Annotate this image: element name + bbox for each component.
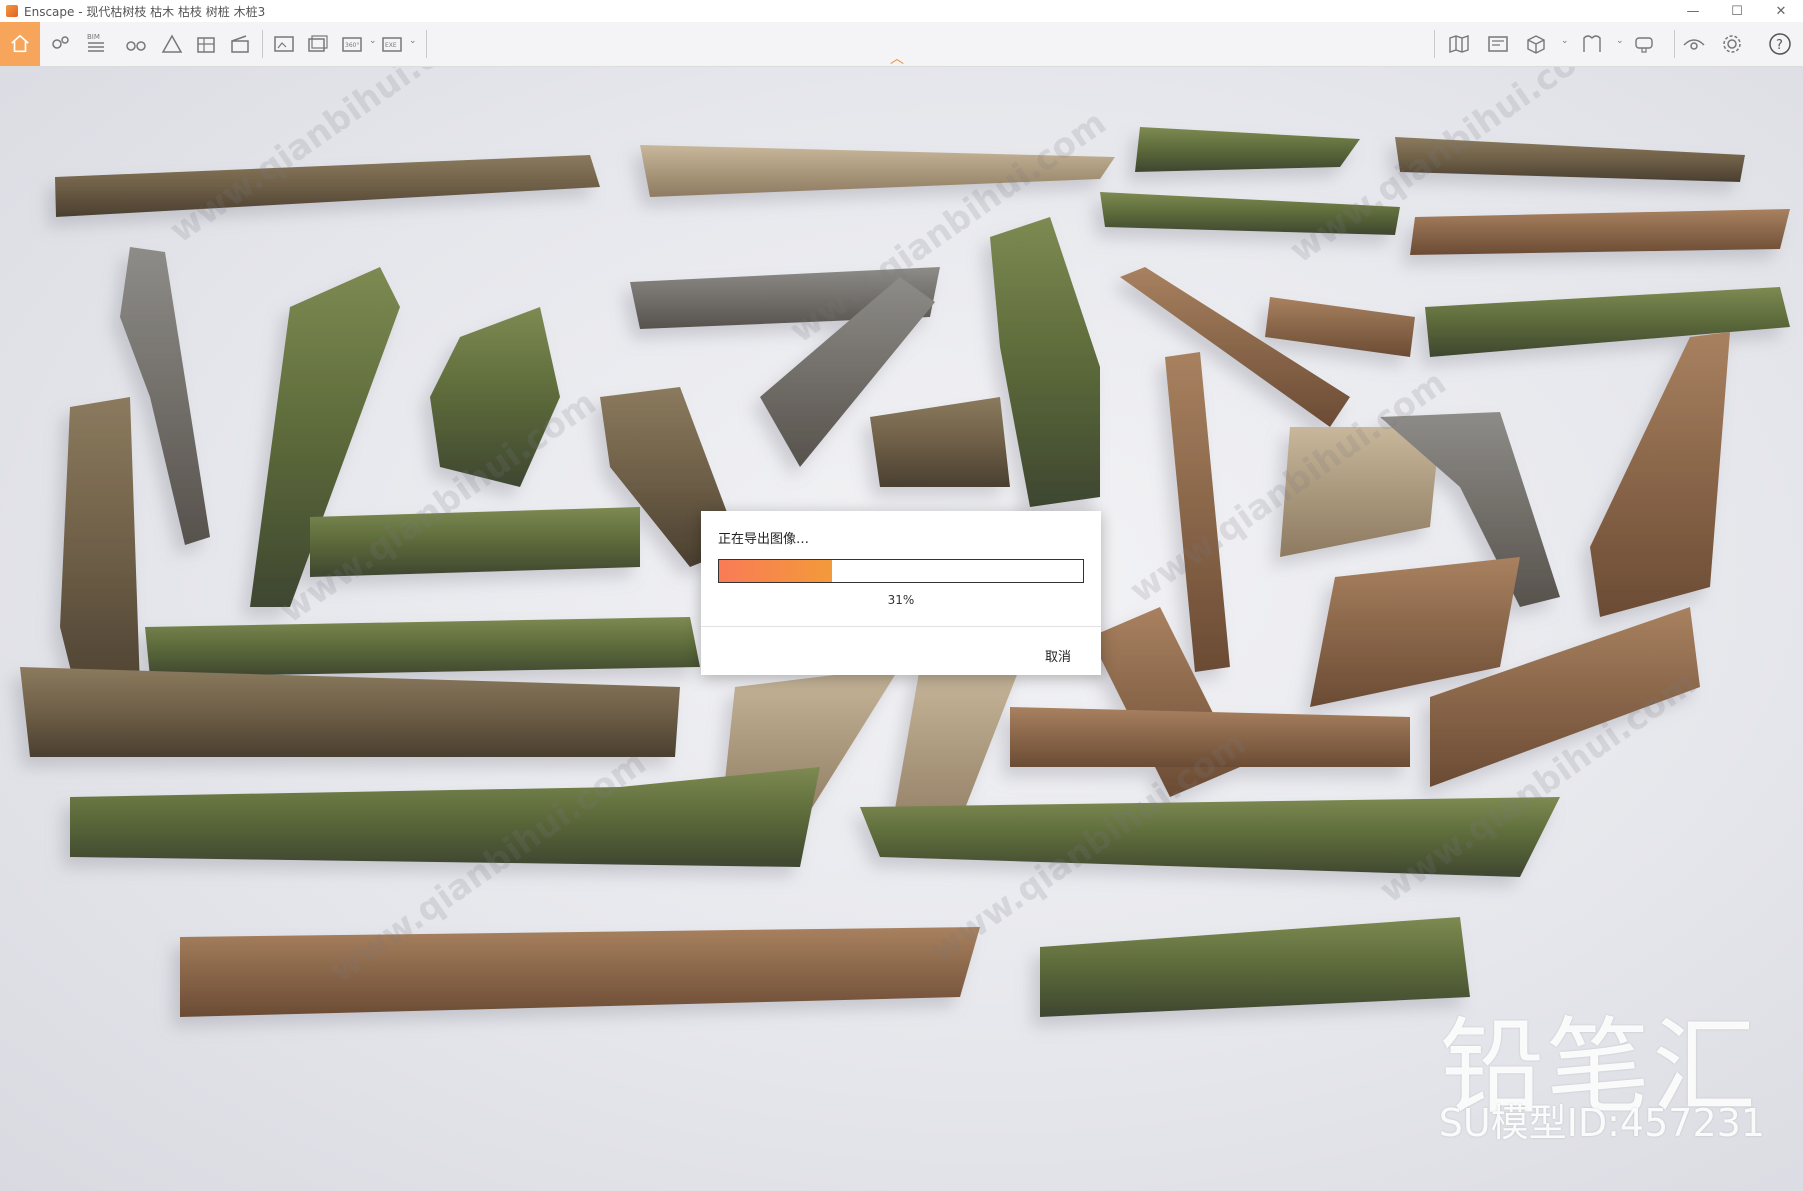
gear-icon — [1723, 35, 1741, 53]
bim-button[interactable]: BIM — [82, 30, 110, 58]
bim-label: BIM — [87, 33, 100, 41]
image-export-icon — [274, 36, 294, 52]
location-button[interactable] — [46, 30, 74, 58]
batch-render-button[interactable] — [304, 30, 332, 58]
export-dropdown-chevron-icon[interactable]: ⌄ — [409, 36, 417, 46]
map-icon — [1449, 35, 1469, 53]
chunk-14 — [1265, 297, 1415, 357]
model-id-watermark: SU模型ID:457231 — [1438, 1101, 1765, 1145]
worm-log-34 — [180, 927, 980, 1017]
material-button[interactable] — [1578, 30, 1606, 58]
long-log-27 — [20, 667, 680, 757]
window-title: Enscape - 现代枯树枝 枯木 枯枝 树桩 木桩3 — [24, 4, 266, 19]
branch-3 — [1135, 127, 1360, 172]
asset-library-icon — [1488, 36, 1508, 52]
bim-icon: BIM — [87, 33, 104, 52]
binoculars-button[interactable] — [122, 30, 150, 58]
maximize-button[interactable]: ☐ — [1715, 0, 1759, 22]
exe-export-icon: EXE — [382, 37, 402, 52]
clapperboard-icon — [231, 35, 249, 53]
building-icon — [197, 37, 215, 53]
view-mode-button[interactable] — [1522, 30, 1550, 58]
batch-render-icon — [308, 35, 328, 52]
lichen-branch-15 — [1425, 287, 1790, 357]
atmosphere-button[interactable] — [158, 30, 186, 58]
window-controls: — ☐ ✕ — [1671, 0, 1803, 22]
close-button[interactable]: ✕ — [1759, 0, 1803, 22]
export-progress-dialog: 正在导出图像… 31% 取消 — [701, 511, 1101, 675]
vr-headset-icon — [1635, 37, 1653, 53]
minimize-button[interactable]: — — [1671, 0, 1715, 22]
mountain-icon — [161, 34, 183, 53]
vr-headset-button[interactable] — [1630, 30, 1658, 58]
settings-button[interactable] — [1718, 30, 1746, 58]
map-button[interactable] — [1445, 30, 1473, 58]
panorama-dropdown-chevron-icon[interactable]: ⌄ — [369, 36, 377, 46]
visual-settings-button[interactable] — [1680, 30, 1708, 58]
log-1 — [55, 155, 600, 217]
cube-icon — [1527, 35, 1545, 54]
exe-label: EXE — [385, 42, 397, 49]
stick-13 — [1120, 267, 1350, 427]
progress-bar — [718, 559, 1084, 583]
panorama-360-icon: 360° — [342, 37, 362, 52]
dialog-divider — [701, 626, 1101, 627]
view-mode-dropdown-chevron-icon[interactable]: ⌄ — [1561, 36, 1569, 46]
cancel-button[interactable]: 取消 — [1045, 646, 1071, 665]
home-icon — [11, 34, 29, 53]
long-log-26 — [145, 617, 700, 677]
material-dropdown-chevron-icon[interactable]: ⌄ — [1616, 36, 1624, 46]
panorama-label: 360° — [345, 42, 359, 49]
help-button[interactable]: ? — [1766, 30, 1794, 58]
dialog-title: 正在导出图像… — [718, 532, 810, 547]
clapper-button[interactable] — [226, 30, 254, 58]
export-exe-button[interactable]: EXE — [378, 30, 406, 58]
root-18 — [870, 397, 1010, 487]
binoculars-icon — [126, 41, 146, 51]
toolbar: BIM 360° ⌄ EXE ⌄ ︿ ⌄ ⌄ ? — [0, 22, 1803, 67]
screenshot-button[interactable] — [270, 30, 298, 58]
progress-percent: 31% — [887, 593, 915, 607]
enscape-logo-icon — [6, 5, 18, 17]
title-bar: Enscape - 现代枯树枝 枯木 枯枝 树桩 木桩3 — ☐ ✕ — [0, 0, 1803, 22]
panorama-button[interactable]: 360° — [338, 30, 366, 58]
collapse-toolbar-chevron-icon[interactable]: ︿ — [890, 48, 904, 68]
help-icon: ? — [1769, 33, 1791, 55]
home-button[interactable] — [0, 22, 40, 66]
location-pin-icon — [52, 36, 69, 49]
log-35 — [1040, 917, 1470, 1017]
progress-fill — [719, 560, 832, 582]
asset-library-button[interactable] — [1484, 30, 1512, 58]
eye-icon — [1683, 39, 1705, 50]
mossy-log-32 — [70, 767, 820, 867]
stump-16 — [60, 397, 140, 707]
help-label: ? — [1776, 38, 1783, 53]
building-button[interactable] — [192, 30, 220, 58]
log-6 — [1410, 209, 1790, 255]
tall-piece-22 — [1590, 332, 1730, 617]
material-icon — [1583, 35, 1601, 52]
